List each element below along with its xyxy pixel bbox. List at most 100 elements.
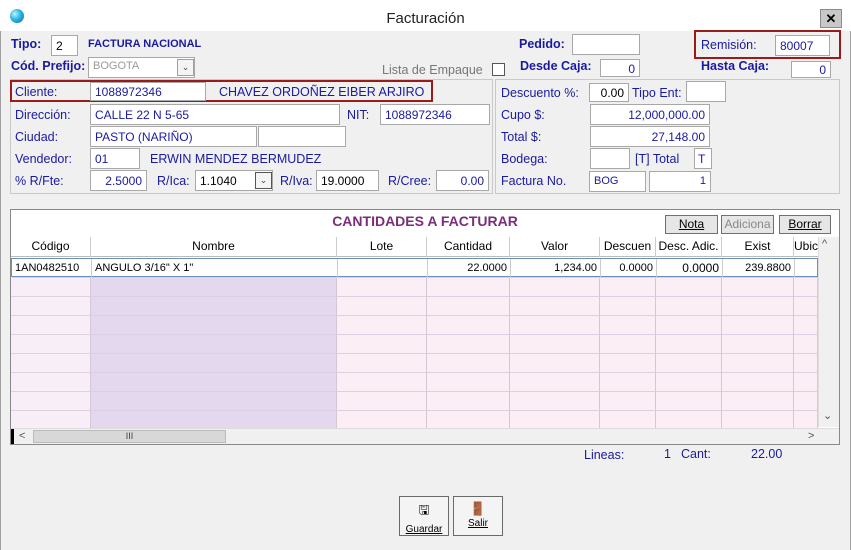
empty-cell[interactable] [427, 354, 510, 373]
empty-cell[interactable] [337, 392, 427, 411]
direccion-input[interactable]: CALLE 22 N 5-65 [90, 104, 340, 125]
rcree-input[interactable]: 0.00 [436, 170, 489, 191]
empty-cell[interactable] [656, 354, 722, 373]
cell-lote[interactable] [338, 259, 428, 278]
empty-table-row[interactable] [11, 373, 818, 392]
scroll-left-icon[interactable]: < [19, 430, 25, 442]
cell-cantidad[interactable]: 22.0000 [428, 259, 511, 278]
empty-cell[interactable] [427, 373, 510, 392]
empty-cell[interactable] [91, 373, 337, 392]
bodega-input[interactable] [590, 148, 630, 169]
empty-cell[interactable] [722, 335, 794, 354]
bodega-t-input[interactable]: T [694, 148, 712, 169]
tipo-input[interactable]: 2 [51, 35, 78, 56]
nit-input[interactable]: 1088972346 [380, 104, 490, 125]
close-button[interactable]: ✕ [820, 9, 842, 28]
factura-prefijo-input[interactable]: BOG [589, 171, 646, 192]
empty-cell[interactable] [600, 354, 656, 373]
col-desc-adic[interactable]: Desc. Adic. [656, 237, 722, 257]
empty-cell[interactable] [427, 316, 510, 335]
col-codigo[interactable]: Código [11, 237, 91, 257]
factura-numero-input[interactable]: 1 [649, 171, 711, 192]
pedido-input[interactable] [572, 34, 640, 55]
empty-cell[interactable] [11, 392, 91, 411]
chevron-down-icon[interactable]: ⌄ [255, 172, 272, 189]
empty-cell[interactable] [600, 278, 656, 297]
empty-cell[interactable] [91, 278, 337, 297]
empty-cell[interactable] [722, 316, 794, 335]
empty-table-row[interactable] [11, 278, 818, 297]
col-descuento[interactable]: Descuen [600, 237, 656, 257]
col-cantidad[interactable]: Cantidad [427, 237, 510, 257]
empty-cell[interactable] [656, 278, 722, 297]
empty-cell[interactable] [510, 316, 600, 335]
empty-table-row[interactable] [11, 335, 818, 354]
empty-cell[interactable] [91, 335, 337, 354]
vendedor-code-input[interactable]: 01 [90, 148, 140, 169]
empty-cell[interactable] [656, 335, 722, 354]
descuento-input[interactable]: 0.00 [589, 83, 629, 102]
empty-cell[interactable] [600, 316, 656, 335]
empty-cell[interactable] [656, 373, 722, 392]
remision-input[interactable]: 80007 [775, 35, 830, 56]
empty-cell[interactable] [91, 297, 337, 316]
salir-button[interactable]: 🚪 Salir [453, 496, 503, 536]
empty-table-row[interactable] [11, 354, 818, 373]
empty-cell[interactable] [722, 297, 794, 316]
desde-caja-input[interactable]: 0 [600, 59, 640, 77]
table-row[interactable]: 1AN0482510 ANGULO 3/16" X 1" 22.0000 1,2… [11, 258, 819, 278]
hasta-caja-input[interactable]: 0 [791, 61, 831, 78]
scroll-up-icon[interactable]: ^ [822, 238, 827, 250]
empty-cell[interactable] [91, 392, 337, 411]
empty-cell[interactable] [600, 392, 656, 411]
empty-cell[interactable] [91, 354, 337, 373]
col-nombre[interactable]: Nombre [91, 237, 337, 257]
empty-cell[interactable] [11, 373, 91, 392]
scroll-right-icon[interactable]: > [808, 430, 814, 442]
empty-cell[interactable] [510, 278, 600, 297]
empty-table-row[interactable] [11, 392, 818, 411]
col-lote[interactable]: Lote [337, 237, 427, 257]
lista-empaque-checkbox[interactable] [492, 63, 505, 76]
empty-cell[interactable] [427, 278, 510, 297]
chevron-down-icon[interactable]: ⌄ [177, 59, 194, 76]
empty-cell[interactable] [656, 392, 722, 411]
empty-cell[interactable] [337, 278, 427, 297]
empty-table-row[interactable] [11, 316, 818, 335]
col-exist[interactable]: Exist [722, 237, 794, 257]
empty-table-row[interactable] [11, 297, 818, 316]
empty-cell[interactable] [600, 297, 656, 316]
cell-codigo[interactable]: 1AN0482510 [12, 259, 92, 278]
empty-cell[interactable] [510, 354, 600, 373]
rfte-input[interactable]: 2.5000 [90, 170, 147, 191]
empty-cell[interactable] [427, 392, 510, 411]
empty-cell[interactable] [722, 354, 794, 373]
empty-cell[interactable] [427, 335, 510, 354]
empty-cell[interactable] [510, 373, 600, 392]
empty-cell[interactable] [510, 335, 600, 354]
riva-input[interactable]: 19.0000 [316, 170, 379, 191]
empty-cell[interactable] [11, 316, 91, 335]
empty-cell[interactable] [656, 297, 722, 316]
empty-cell[interactable] [656, 316, 722, 335]
borrar-button[interactable]: Borrar [779, 215, 831, 234]
empty-cell[interactable] [722, 373, 794, 392]
empty-cell[interactable] [11, 335, 91, 354]
empty-cell[interactable] [510, 392, 600, 411]
vertical-scrollbar[interactable]: ^ ⌄ [818, 237, 839, 427]
empty-cell[interactable] [722, 278, 794, 297]
empty-cell[interactable] [510, 297, 600, 316]
empty-cell[interactable] [337, 373, 427, 392]
empty-cell[interactable] [794, 316, 818, 335]
empty-cell[interactable] [794, 335, 818, 354]
cliente-id-input[interactable]: 1088972346 [90, 82, 206, 101]
empty-cell[interactable] [600, 373, 656, 392]
adiciona-button[interactable]: Adiciona [721, 215, 774, 234]
total-input[interactable]: 27,148.00 [590, 126, 710, 147]
empty-cell[interactable] [794, 278, 818, 297]
ciudad-input[interactable]: PASTO (NARIÑO) [90, 126, 257, 147]
cell-exist[interactable]: 239.8800 [723, 259, 795, 278]
empty-cell[interactable] [794, 392, 818, 411]
empty-cell[interactable] [11, 297, 91, 316]
scroll-thumb[interactable]: III [33, 430, 226, 443]
